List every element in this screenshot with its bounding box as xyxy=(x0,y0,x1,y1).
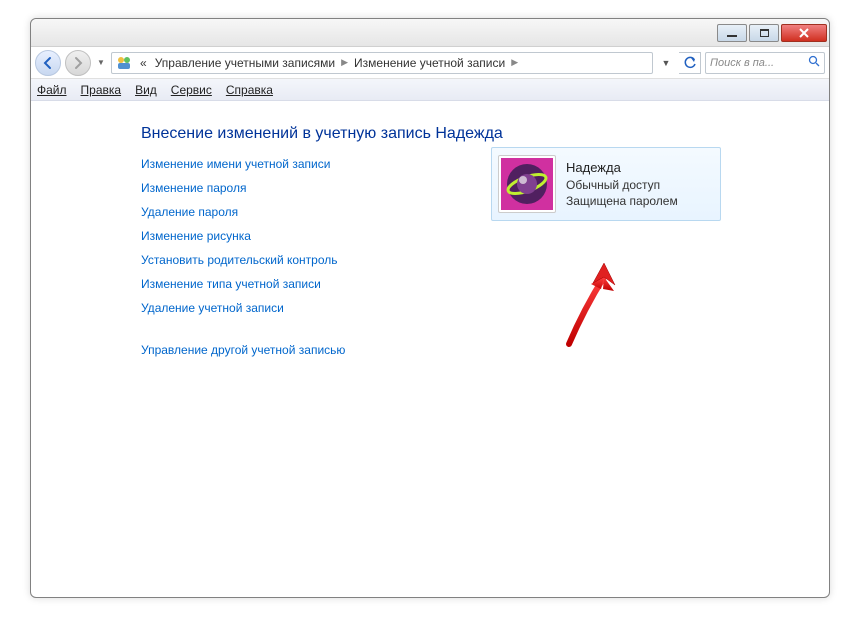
address-path[interactable]: « Управление учетными записями ▶ Изменен… xyxy=(111,52,653,74)
menu-tools[interactable]: Сервис xyxy=(171,83,212,97)
task-spacer xyxy=(141,325,789,333)
avatar-image-icon xyxy=(501,158,553,210)
user-type: Обычный доступ xyxy=(566,177,678,193)
avatar xyxy=(498,155,556,213)
user-status: Защищена паролем xyxy=(566,193,678,209)
refresh-button[interactable] xyxy=(679,52,701,74)
refresh-icon xyxy=(683,56,697,70)
breadcrumb-separator: ▶ xyxy=(509,57,520,68)
breadcrumb-manage-accounts[interactable]: Управление учетными записями xyxy=(151,54,339,72)
user-name: Надежда xyxy=(566,159,678,177)
task-manage-other[interactable]: Управление другой учетной записью xyxy=(141,343,789,357)
close-button[interactable] xyxy=(781,24,827,42)
content-area: Внесение изменений в учетную запись Наде… xyxy=(31,101,829,387)
task-parental-controls[interactable]: Установить родительский контроль xyxy=(141,253,789,267)
back-button[interactable] xyxy=(35,50,61,76)
user-accounts-icon xyxy=(116,55,132,71)
forward-button[interactable] xyxy=(65,50,91,76)
address-dropdown[interactable]: ▼ xyxy=(657,53,675,73)
forward-arrow-icon xyxy=(71,56,85,70)
address-bar: ▼ « Управление учетными записями ▶ Измен… xyxy=(31,47,829,79)
breadcrumb-prefix[interactable]: « xyxy=(136,54,151,72)
task-change-picture[interactable]: Изменение рисунка xyxy=(141,229,789,243)
search-input[interactable]: Поиск в па... xyxy=(705,52,825,74)
close-icon xyxy=(798,27,810,39)
menu-bar: Файл Правка Вид Сервис Справка xyxy=(31,79,829,101)
menu-file[interactable]: Файл xyxy=(37,83,67,97)
task-delete-account[interactable]: Удаление учетной записи xyxy=(141,301,789,315)
titlebar[interactable] xyxy=(31,19,829,47)
breadcrumb-change-account[interactable]: Изменение учетной записи xyxy=(350,54,509,72)
user-card[interactable]: Надежда Обычный доступ Защищена паролем xyxy=(491,147,721,221)
search-icon xyxy=(808,55,820,70)
menu-view[interactable]: Вид xyxy=(135,83,157,97)
user-info: Надежда Обычный доступ Защищена паролем xyxy=(566,159,678,209)
page-title: Внесение изменений в учетную запись Наде… xyxy=(141,125,789,143)
minimize-button[interactable] xyxy=(717,24,747,42)
maximize-button[interactable] xyxy=(749,24,779,42)
task-change-type[interactable]: Изменение типа учетной записи xyxy=(141,277,789,291)
back-arrow-icon xyxy=(41,56,55,70)
nav-history-dropdown[interactable]: ▼ xyxy=(95,58,107,67)
breadcrumb-separator: ▶ xyxy=(339,57,350,68)
search-placeholder: Поиск в па... xyxy=(710,57,774,69)
menu-edit[interactable]: Правка xyxy=(81,83,122,97)
window-frame: ▼ « Управление учетными записями ▶ Измен… xyxy=(30,18,830,598)
menu-help[interactable]: Справка xyxy=(226,83,273,97)
